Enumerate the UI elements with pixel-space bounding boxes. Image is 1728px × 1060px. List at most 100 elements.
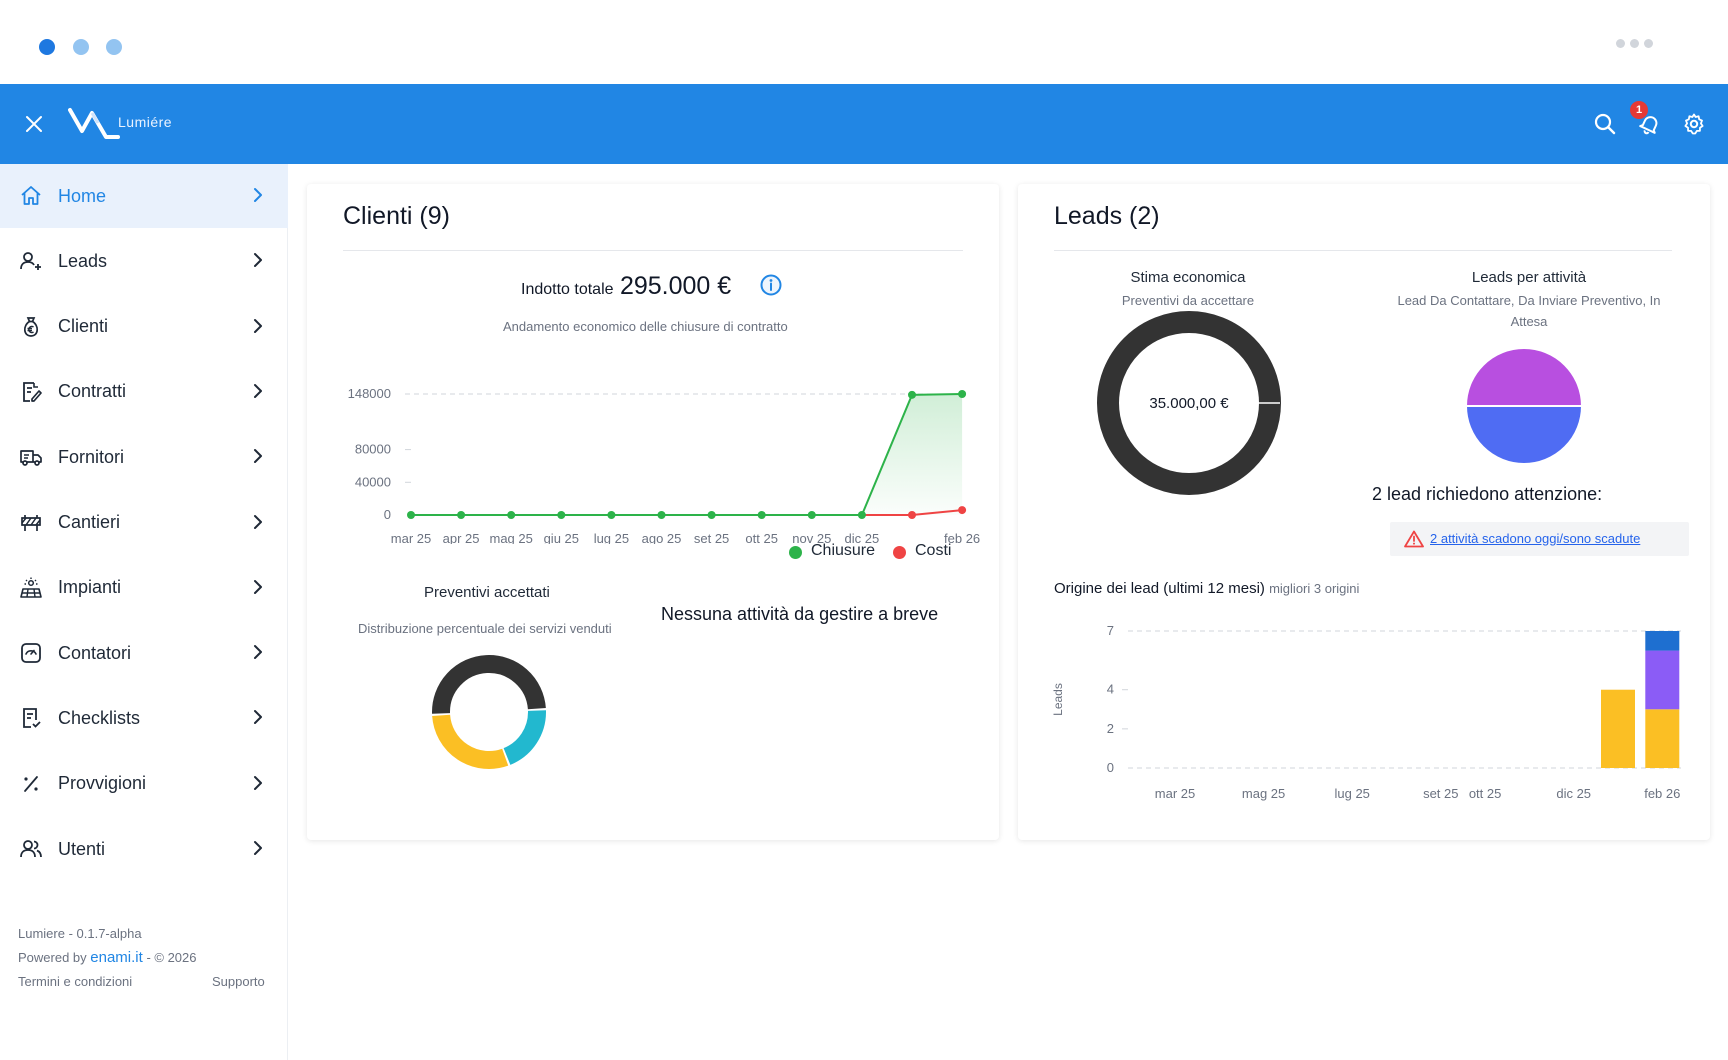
close-icon[interactable] <box>16 106 52 142</box>
gear-icon[interactable] <box>1676 106 1712 142</box>
sidebar-item-home[interactable]: Home <box>0 164 288 228</box>
chiusure-point <box>908 390 916 399</box>
sidebar-item-label: Contatori <box>58 642 132 663</box>
meter-icon <box>19 641 43 665</box>
barrier-icon <box>19 511 43 535</box>
sidebar-item-label: Fornitori <box>58 446 125 467</box>
checklist-icon <box>19 706 43 730</box>
sidebar-item-label: Home <box>58 185 107 206</box>
y-tick-label: 80000 <box>355 442 391 457</box>
menu-dot <box>1630 39 1639 48</box>
x-tick-label: mag 25 <box>490 531 533 544</box>
legend-swatch <box>893 546 906 559</box>
powered-prefix: Powered by <box>18 950 87 965</box>
chiusure-point <box>407 511 415 519</box>
x-tick-label: lug 25 <box>594 531 629 544</box>
app-version: Lumiere - 0.1.7-alpha <box>18 926 142 941</box>
x-tick-label: ott 25 <box>745 531 778 544</box>
sidebar-item-leads[interactable]: Leads <box>0 229 288 293</box>
support-link[interactable]: Supporto <box>212 974 265 989</box>
powered-by: Powered by enami.it - © 2026 <box>18 949 197 966</box>
closures-line-chart: 0 40000 80000 148000 mar 25 apr 25 mag 25 giu 2… <box>348 386 981 544</box>
window-chrome <box>0 0 1728 84</box>
sidebar-item-label: Checklists <box>58 707 141 728</box>
legend-costi: Costi <box>915 542 952 559</box>
users-icon <box>19 837 43 861</box>
chiusure-point <box>607 511 616 519</box>
bar-segment <box>1645 631 1680 651</box>
x-tick-label: ott 25 <box>1469 786 1502 801</box>
pie-slice <box>1464 347 1584 407</box>
solar-panel-icon <box>19 576 43 600</box>
sidebar-item-utenti[interactable]: Utenti <box>0 817 288 881</box>
y-tick-label: 0 <box>1107 760 1114 775</box>
sidebar-item-label: Cantieri <box>58 512 121 532</box>
sidebar-item-fornitori[interactable]: Fornitori <box>0 425 288 489</box>
chevron-right-icon <box>249 708 267 726</box>
y-tick-label: 2 <box>1107 721 1114 736</box>
y-tick-label: 148000 <box>348 386 391 401</box>
leads-title: Leads (2) <box>1054 202 1160 230</box>
sidebar-item-provvigioni[interactable]: Provvigioni <box>0 752 288 816</box>
chiusure-area <box>411 394 963 515</box>
chevron-right-icon <box>249 578 267 596</box>
x-tick-label: mag 25 <box>1242 786 1285 801</box>
y-tick-label: 7 <box>1107 623 1114 638</box>
costi-point <box>908 511 916 519</box>
x-tick-label: dic 25 <box>1556 786 1591 801</box>
sidebar-item-contatori[interactable]: Contatori <box>0 621 288 685</box>
x-tick-label: apr 25 <box>443 531 480 544</box>
chiusure-point <box>507 511 516 519</box>
preventivi-title: Preventivi accettati <box>424 584 550 601</box>
sidebar: Lumiere - 0.1.7-alpha Powered by enami.i… <box>0 164 288 1060</box>
legend-chiusure: Chiusure <box>811 542 876 559</box>
sidebar-item-label: Leads <box>58 250 108 271</box>
stima-donut-chart: 35.000,00 € <box>1097 311 1281 495</box>
sidebar-item-clienti[interactable]: Clienti <box>0 295 288 359</box>
chevron-right-icon <box>249 643 267 661</box>
sidebar-item-label: Provvigioni <box>58 773 147 794</box>
x-tick-label: lug 25 <box>1334 786 1369 801</box>
sidebar-item-cantieri[interactable]: Cantieri <box>0 491 288 555</box>
chiusure-point <box>657 511 666 519</box>
y-tick-label: 0 <box>384 507 391 522</box>
x-tick-label: mar 25 <box>1155 786 1195 801</box>
info-icon[interactable] <box>759 273 783 297</box>
sidebar-item-contratti[interactable]: Contratti <box>0 360 288 424</box>
search-icon[interactable] <box>1587 106 1623 142</box>
brand-logo-icon <box>68 105 120 146</box>
chevron-right-icon <box>249 839 267 857</box>
terms-link[interactable]: Termini e condizioni <box>18 974 132 989</box>
divider <box>343 250 963 251</box>
chart-subtitle: Andamento economico delle chiusure di co… <box>503 319 788 334</box>
alert-link[interactable]: 2 attività scadono oggi/sono scadute <box>1430 531 1640 546</box>
sidebar-item-checklists[interactable]: Checklists <box>0 686 288 750</box>
powered-link[interactable]: enami.it <box>90 949 143 966</box>
x-tick-label: mar 25 <box>391 531 431 544</box>
percent-icon <box>19 772 43 796</box>
truck-icon <box>19 445 43 469</box>
chevron-right-icon <box>249 513 267 531</box>
top-bar: Lumiére <box>0 84 1728 164</box>
window-dot-close[interactable] <box>39 39 55 55</box>
donut-slice <box>432 655 546 714</box>
per-attivita-pie-chart <box>1464 347 1584 465</box>
chiusure-point <box>457 511 466 519</box>
window-dot-minimize[interactable] <box>73 39 89 55</box>
chiusure-point <box>958 390 967 398</box>
pie-slice <box>1464 405 1584 465</box>
donut-center-label: 35.000,00 € <box>1149 395 1229 412</box>
preventivi-donut-chart <box>432 655 546 769</box>
per-attivita-subtitle-line2: Attesa <box>1510 314 1548 329</box>
donut-slice <box>432 714 509 769</box>
total-label: Indotto totale <box>521 281 614 298</box>
sidebar-item-impianti[interactable]: Impianti <box>0 556 288 620</box>
x-tick-label: feb 26 <box>1644 786 1680 801</box>
window-dot-maximize[interactable] <box>106 39 122 55</box>
menu-dot <box>1644 39 1653 48</box>
brand-name: Lumiére <box>118 114 173 130</box>
user-plus-icon <box>19 249 43 273</box>
y-tick-label: 40000 <box>355 474 391 489</box>
sidebar-item-label: Clienti <box>58 316 109 337</box>
chiusure-point <box>807 511 816 519</box>
